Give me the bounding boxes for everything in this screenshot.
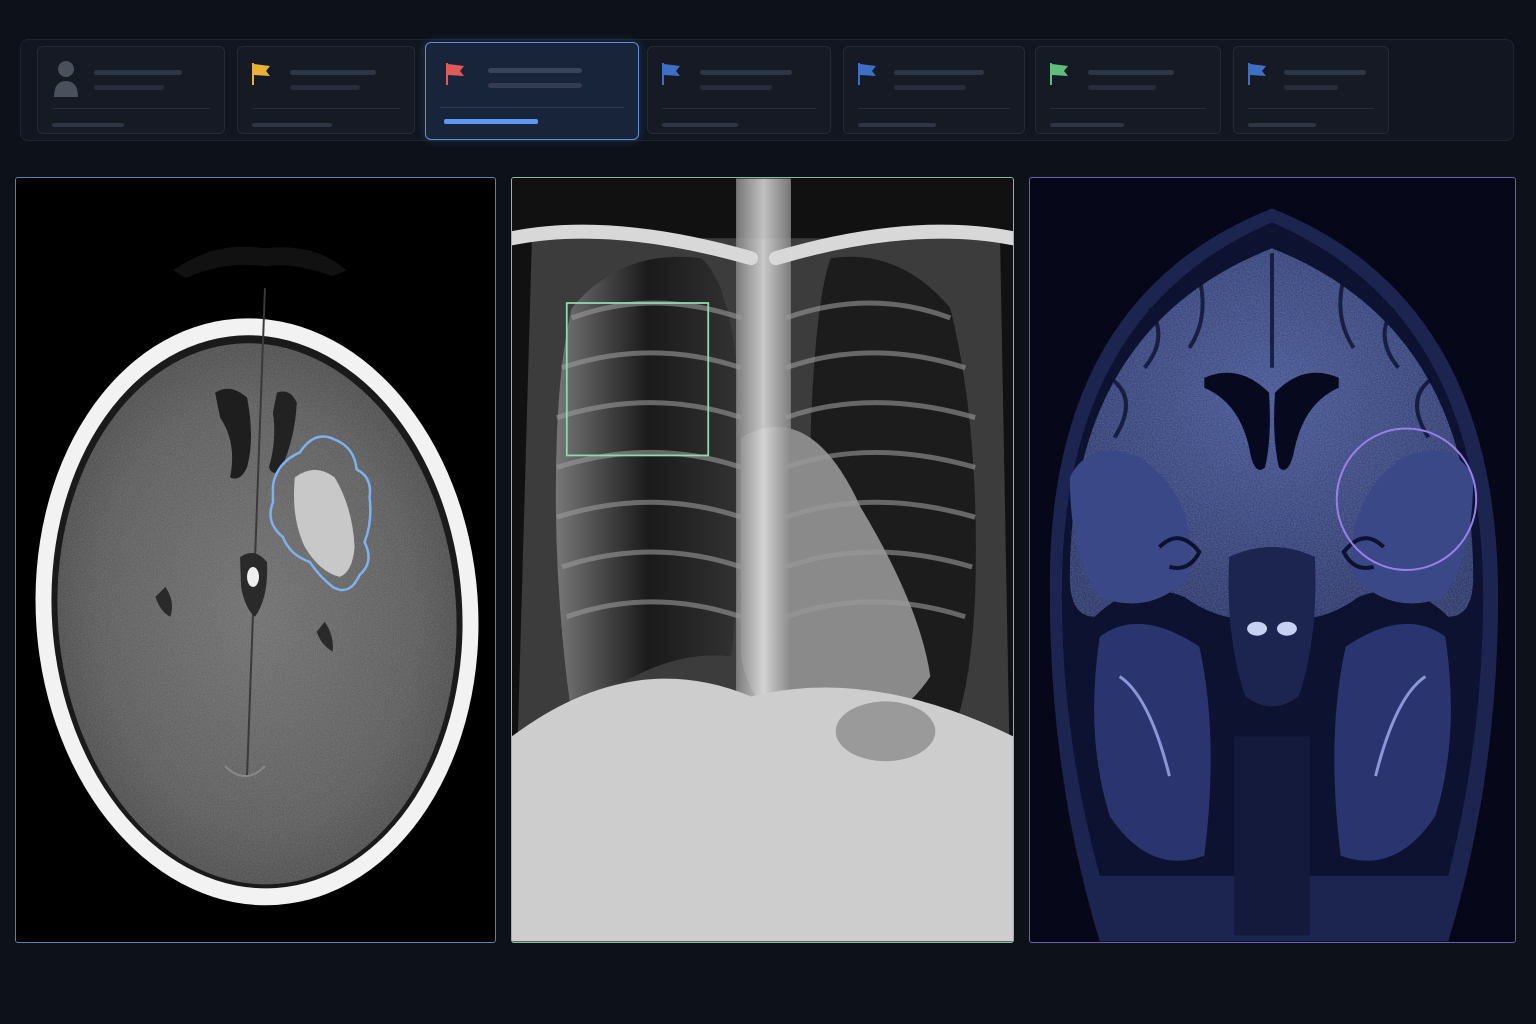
chest-xray-image (512, 178, 1013, 942)
worklist-card-6[interactable] (1035, 46, 1221, 134)
worklist-card-2[interactable] (237, 46, 415, 134)
viewport-chest-xray[interactable] (511, 177, 1014, 943)
flag-icon (858, 63, 876, 85)
worklist-card-7[interactable] (1233, 46, 1389, 134)
worklist-card-4[interactable] (647, 46, 831, 134)
flag-icon (446, 63, 464, 85)
worklist-strip (20, 39, 1514, 141)
worklist-card-1[interactable] (37, 46, 225, 134)
worklist-card-5[interactable] (843, 46, 1025, 134)
flag-icon (1248, 63, 1266, 85)
flag-icon (252, 63, 270, 85)
worklist-card-3-selected[interactable] (425, 42, 639, 140)
flag-icon (662, 63, 680, 85)
ct-head-image (35, 246, 479, 906)
viewport-ct-head[interactable] (15, 177, 496, 943)
viewport-mri-brain[interactable] (1029, 177, 1516, 943)
mri-brain-image (1030, 178, 1515, 942)
user-icon (54, 61, 78, 97)
flag-icon (1050, 63, 1068, 85)
